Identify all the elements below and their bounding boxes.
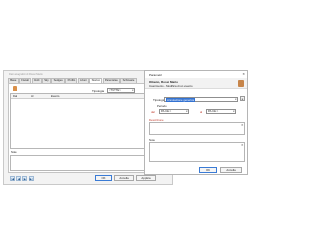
- book-icon: [238, 79, 244, 87]
- dialog-note-field[interactable]: [149, 142, 245, 162]
- dal-value: PA.CE.>: [161, 109, 172, 113]
- dialog-tipologia-value: Annotazione generica: [166, 98, 196, 102]
- descrizione-field[interactable]: [149, 122, 245, 135]
- periodo-label: Periodo: [157, 104, 167, 108]
- dialog-tipologia-select[interactable]: Annotazione generica ▾: [164, 96, 238, 102]
- note-field[interactable]: [10, 155, 157, 171]
- column-evento: Evento: [51, 94, 60, 98]
- close-icon[interactable]: ✕: [242, 72, 245, 76]
- record-navigation: |◀ ◀ ▶ ▶|: [10, 176, 35, 181]
- dialog-header: Ottavio, Rossi Mario Inserimento - Modif…: [145, 78, 247, 89]
- first-record-button[interactable]: |◀: [10, 176, 15, 181]
- chevron-down-icon: ▾: [233, 109, 235, 113]
- next-record-button[interactable]: ▶: [22, 176, 28, 181]
- last-record-button[interactable]: ▶|: [28, 176, 34, 181]
- window-title: Dati anagrafici di Rossi Mario: [9, 73, 43, 76]
- al-label: al: [200, 109, 203, 114]
- previous-record-button[interactable]: ◀: [16, 176, 22, 181]
- column-dal: Dal: [13, 94, 18, 98]
- dialog-subtitle: Inserimento - Modifica di un evento: [149, 83, 193, 88]
- tipologia-select[interactable]: <TUTTE> ▾: [107, 87, 135, 93]
- list-icon[interactable]: ≡: [240, 96, 245, 101]
- dialog-ok-button[interactable]: OK: [199, 167, 217, 173]
- al-date-field[interactable]: PA.CE.> ▾: [206, 108, 236, 114]
- clear-icon[interactable]: ✕: [241, 123, 243, 127]
- chevron-down-icon: ▾: [186, 109, 188, 113]
- applica-button[interactable]: Applica: [136, 175, 156, 181]
- tipologia-value: <TUTTE>: [109, 88, 121, 92]
- table-header: Dal Al Evento: [11, 94, 156, 99]
- person-icon: [13, 86, 17, 91]
- dal-label: dal: [151, 109, 155, 114]
- parametri-dialog: Parametri ✕ Ottavio, Rossi Mario Inserim…: [144, 70, 248, 175]
- events-table[interactable]: Dal Al Evento: [10, 93, 157, 149]
- ok-button[interactable]: OK: [95, 175, 112, 181]
- chevron-down-icon: ▾: [235, 97, 237, 101]
- annulla-button[interactable]: Annulla: [114, 175, 134, 181]
- tipologia-label: Tipologia: [92, 88, 105, 93]
- chevron-down-icon: ▾: [132, 88, 134, 92]
- dialog-title: Parametri: [149, 73, 163, 77]
- dal-date-field[interactable]: PA.CE.> ▾: [159, 108, 189, 114]
- column-al: Al: [31, 94, 34, 98]
- clear-icon[interactable]: ✕: [241, 143, 243, 147]
- dialog-annulla-button[interactable]: Annulla: [220, 167, 242, 173]
- note-label: Note: [11, 151, 17, 154]
- al-value: PA.CE.>: [208, 109, 219, 113]
